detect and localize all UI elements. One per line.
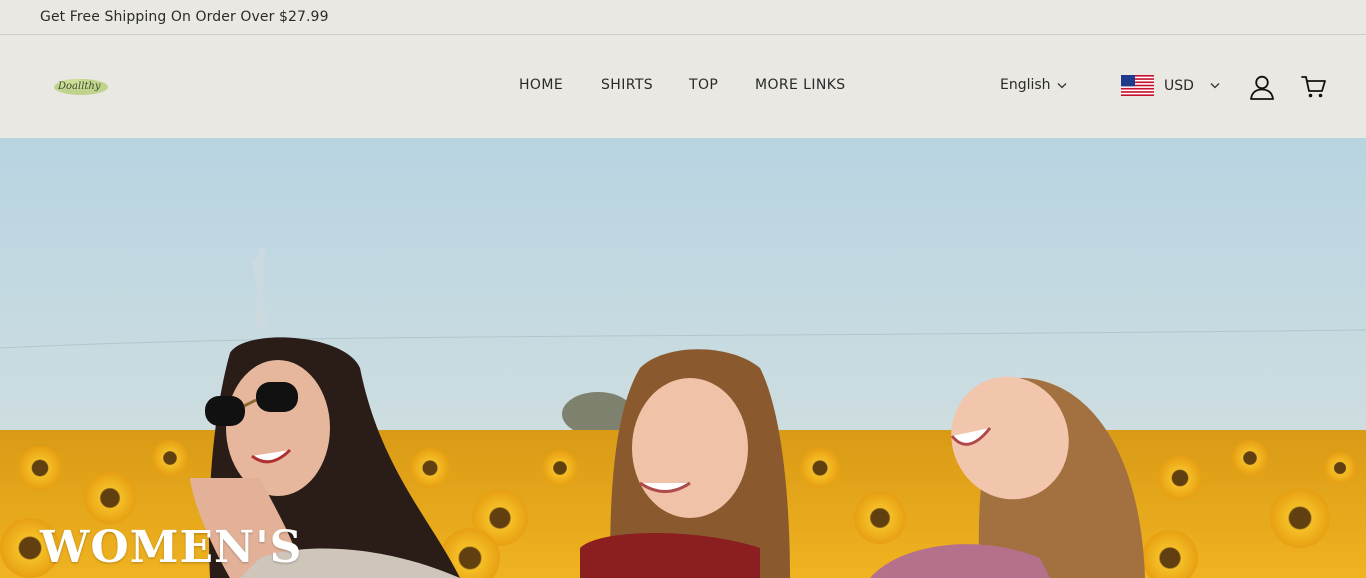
hero-banner[interactable] bbox=[0, 138, 1366, 578]
language-label: English bbox=[1000, 77, 1051, 93]
announcement-bar: Get Free Shipping On Order Over $27.99 bbox=[0, 0, 1366, 35]
nav-shirts[interactable]: SHIRTS bbox=[601, 77, 653, 93]
chevron-down-icon bbox=[1057, 82, 1067, 88]
chevron-down-icon bbox=[1210, 83, 1220, 89]
hero-image bbox=[0, 138, 1366, 578]
hero-title: WOMEN'S bbox=[40, 522, 303, 573]
nav-more-links[interactable]: MORE LINKS bbox=[755, 77, 846, 93]
language-selector[interactable]: English bbox=[1000, 77, 1067, 93]
nav-top[interactable]: TOP bbox=[689, 77, 718, 93]
account-icon[interactable] bbox=[1249, 74, 1275, 100]
nav-home[interactable]: HOME bbox=[519, 77, 563, 93]
announcement-text: Get Free Shipping On Order Over $27.99 bbox=[40, 9, 329, 25]
cart-icon[interactable] bbox=[1301, 75, 1327, 99]
currency-label: USD bbox=[1164, 77, 1194, 94]
us-flag-icon bbox=[1121, 75, 1154, 96]
currency-selector[interactable]: USD bbox=[1121, 75, 1220, 96]
